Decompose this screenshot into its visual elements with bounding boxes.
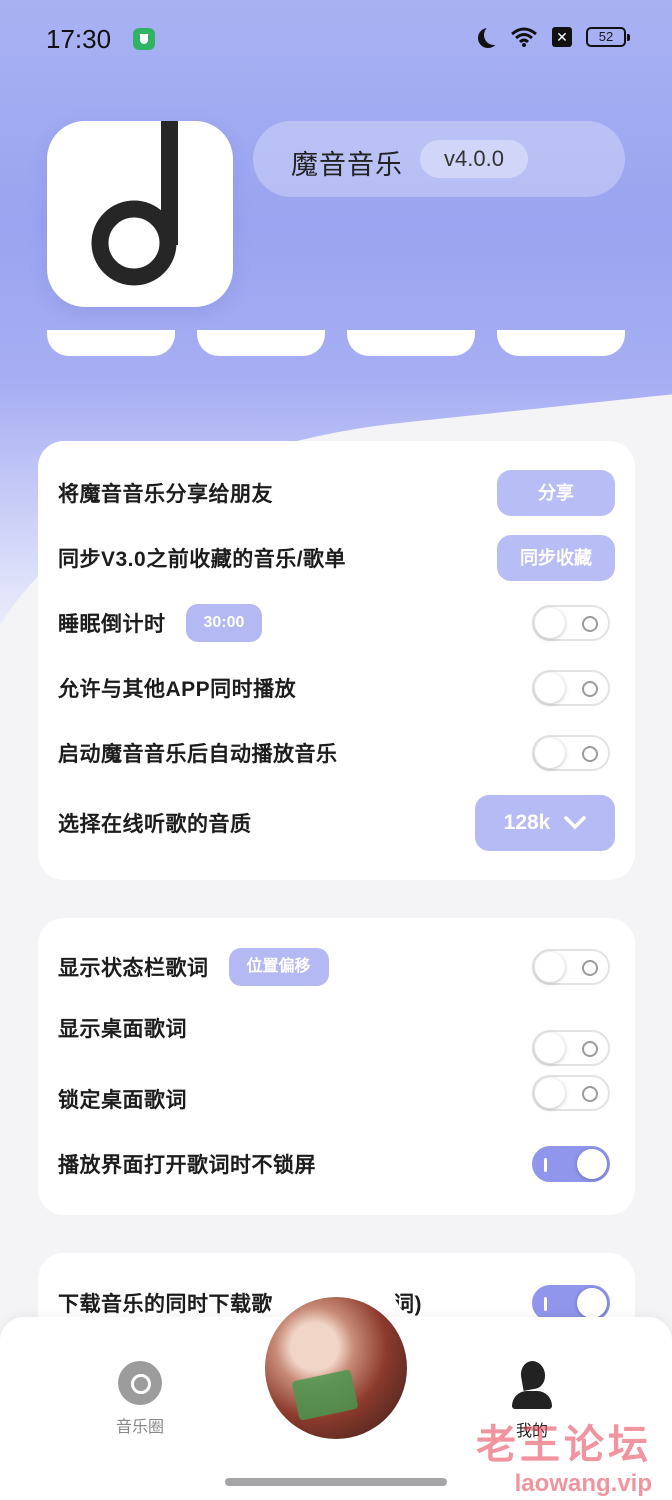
position-offset-chip[interactable]: 位置偏移 bbox=[228, 948, 329, 986]
sleep-timer-chip[interactable]: 30:00 bbox=[185, 604, 263, 642]
nav-music-circle[interactable]: 音乐圈 bbox=[80, 1361, 200, 1437]
watermark: 老王论坛 laowang.vip bbox=[476, 1412, 652, 1498]
battery-icon: 52 bbox=[586, 27, 630, 47]
status-lyrics-label: 显示状态栏歌词 bbox=[58, 957, 209, 980]
shield-icon bbox=[133, 28, 155, 50]
mix-play-label: 允许与其他APP同时播放 bbox=[58, 678, 297, 701]
status-lyrics-toggle[interactable] bbox=[532, 949, 610, 985]
close-box-icon: ✕ bbox=[552, 27, 572, 47]
quality-select[interactable]: 128k bbox=[475, 795, 615, 851]
status-icons: ✕ 52 bbox=[476, 25, 630, 48]
app-name: 魔音音乐 bbox=[291, 150, 403, 180]
music-note-logo-icon bbox=[91, 121, 178, 286]
sync-row: 同步V3.0之前收藏的音乐/歌单 同步收藏 bbox=[58, 532, 615, 584]
share-label: 将魔音音乐分享给朋友 bbox=[58, 483, 273, 506]
quality-row: 选择在线听歌的音质 128k bbox=[58, 795, 615, 851]
sleep-timer-toggle[interactable] bbox=[532, 605, 610, 641]
desktop-lyrics-label: 显示桌面歌词 bbox=[58, 1018, 187, 1041]
status-lyrics-row: 显示状态栏歌词 位置偏移 bbox=[58, 941, 615, 993]
quick-tab-2[interactable] bbox=[197, 330, 325, 356]
moon-icon bbox=[484, 25, 504, 45]
lock-lyrics-toggle[interactable] bbox=[532, 1074, 610, 1111]
wifi-icon bbox=[511, 27, 537, 47]
now-playing-album-art[interactable] bbox=[265, 1297, 407, 1439]
mix-play-toggle[interactable] bbox=[532, 670, 610, 706]
desktop-lyrics-toggle[interactable] bbox=[532, 1029, 610, 1066]
autoplay-row: 启动魔音音乐后自动播放音乐 bbox=[58, 727, 615, 779]
autoplay-label: 启动魔音音乐后自动播放音乐 bbox=[58, 743, 338, 766]
quick-tab-1[interactable] bbox=[47, 330, 175, 356]
general-settings-card: 将魔音音乐分享给朋友 分享 同步V3.0之前收藏的音乐/歌单 同步收藏 睡眠倒计… bbox=[38, 441, 635, 880]
desktop-lyrics-row: 显示桌面歌词 bbox=[58, 1002, 615, 1066]
sleep-timer-row: 睡眠倒计时 30:00 bbox=[58, 597, 615, 649]
watermark-url: laowang.vip bbox=[514, 1470, 652, 1497]
no-lock-row: 播放界面打开歌词时不锁屏 bbox=[58, 1138, 615, 1190]
lock-lyrics-label: 锁定桌面歌词 bbox=[58, 1089, 187, 1112]
status-time: 17:30 bbox=[46, 24, 112, 54]
lyrics-settings-card: 显示状态栏歌词 位置偏移 显示桌面歌词 锁定桌面歌词 播放界面打开歌词时不锁屏 bbox=[38, 918, 635, 1215]
user-icon bbox=[510, 1359, 554, 1409]
share-button[interactable]: 分享 bbox=[497, 470, 615, 516]
app-title-pill: 魔音音乐 v4.0.0 bbox=[253, 121, 625, 197]
no-lock-toggle[interactable] bbox=[532, 1146, 610, 1182]
disc-icon bbox=[118, 1361, 162, 1405]
mix-play-row: 允许与其他APP同时播放 bbox=[58, 662, 615, 714]
download-lyrics-toggle[interactable] bbox=[532, 1285, 610, 1321]
chevron-down-icon bbox=[564, 816, 587, 830]
quick-tab-4[interactable] bbox=[497, 330, 625, 356]
share-row: 将魔音音乐分享给朋友 分享 bbox=[58, 467, 615, 519]
quick-tab-3[interactable] bbox=[347, 330, 475, 356]
download-lyrics-label: 下载音乐的同时下载歌 bbox=[58, 1293, 273, 1316]
no-lock-label: 播放界面打开歌词时不锁屏 bbox=[58, 1154, 316, 1177]
home-indicator[interactable] bbox=[225, 1478, 447, 1486]
quality-label: 选择在线听歌的音质 bbox=[58, 813, 252, 836]
nav-music-circle-label: 音乐圈 bbox=[115, 1419, 164, 1436]
autoplay-toggle[interactable] bbox=[532, 735, 610, 771]
watermark-cn: 老王论坛 bbox=[476, 1423, 652, 1467]
app-logo bbox=[47, 121, 233, 307]
sync-label: 同步V3.0之前收藏的音乐/歌单 bbox=[58, 548, 347, 571]
status-bar: 17:30 ✕ 52 bbox=[0, 0, 672, 78]
lock-lyrics-row: 锁定桌面歌词 bbox=[58, 1073, 615, 1125]
sync-button[interactable]: 同步收藏 bbox=[497, 535, 615, 581]
sleep-timer-label: 睡眠倒计时 bbox=[58, 613, 166, 636]
version-badge: v4.0.0 bbox=[420, 140, 528, 178]
quality-value: 128k bbox=[503, 811, 551, 834]
